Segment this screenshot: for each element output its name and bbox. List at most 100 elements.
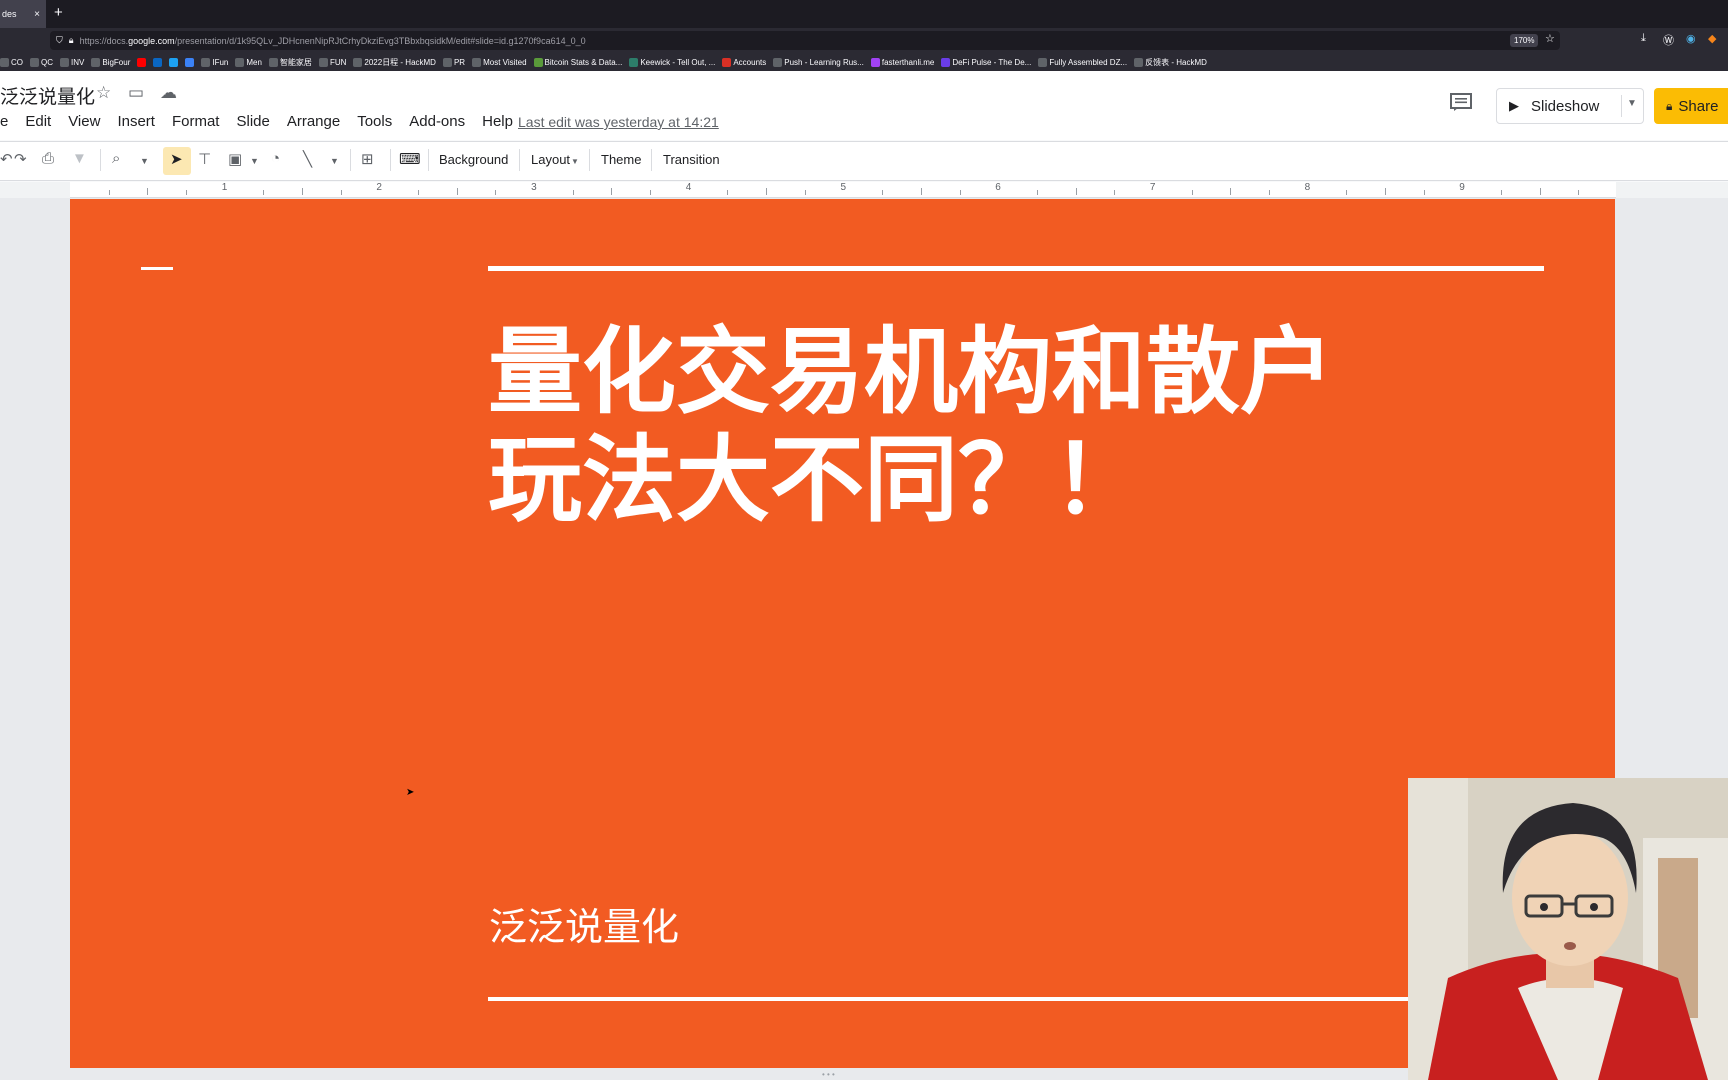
menu-item[interactable]: View	[68, 113, 100, 130]
ruler-tick	[418, 190, 420, 195]
ruler-tick	[611, 188, 613, 195]
add-comment-icon[interactable]: ⊞	[361, 150, 374, 168]
document-title[interactable]: 泛泛说量化	[0, 82, 95, 109]
theme-button[interactable]: Theme	[601, 152, 641, 167]
ruler-tick	[959, 190, 961, 195]
transition-button[interactable]: Transition	[663, 152, 720, 167]
menu-item[interactable]: Help	[482, 113, 513, 130]
bookmark-item[interactable]: INV	[60, 57, 85, 67]
bookmark-item[interactable]: fasterthanli.me	[870, 57, 934, 67]
menu-item[interactable]: e	[0, 113, 8, 130]
ruler-tick	[263, 190, 265, 195]
ruler-tick	[1423, 190, 1425, 195]
bookmark-item[interactable]	[137, 57, 147, 67]
slideshow-button[interactable]: ▶︎ Slideshow ▼	[1496, 88, 1644, 124]
layout-button[interactable]: Layout	[531, 152, 570, 167]
bookmark-item[interactable]	[153, 57, 163, 67]
download-icon[interactable]: ⤓	[1641, 32, 1646, 45]
ruler-tick	[572, 190, 574, 195]
move-folder-icon[interactable]: ▭	[128, 83, 144, 103]
bookmark-item[interactable]: FUN	[318, 57, 346, 67]
bookmark-folder-icon	[153, 57, 163, 67]
menu-item[interactable]: Insert	[117, 113, 155, 130]
bookmark-item[interactable]: Accounts	[722, 57, 766, 67]
bookmark-item[interactable]: 智能家居	[268, 57, 312, 68]
background-button[interactable]: Background	[439, 152, 508, 167]
text-box-icon[interactable]: ⊤	[198, 150, 211, 168]
bookmark-item[interactable]: Keewick - Tell Out, ...	[629, 57, 716, 67]
line-icon[interactable]: ╲	[303, 150, 312, 168]
menu-item[interactable]: Slide	[236, 113, 269, 130]
line-dropdown-icon[interactable]: ▼	[330, 156, 339, 166]
print-icon[interactable]: ⎙	[42, 150, 54, 167]
bookmark-label: 反馈表 - HackMD	[1145, 57, 1207, 67]
extension-fox-icon[interactable]: ◆	[1708, 32, 1716, 45]
image-icon[interactable]: ▣	[228, 150, 242, 168]
undo-icon[interactable]: ↶	[0, 150, 13, 168]
bookmark-item[interactable]: 2022日程 - HackMD	[353, 57, 436, 68]
shape-icon[interactable]: ◔	[271, 150, 280, 167]
bookmark-item[interactable]: Men	[235, 57, 262, 67]
bookmark-item[interactable]	[169, 57, 179, 67]
bookmark-item[interactable]: DeFi Pulse - The De...	[941, 57, 1031, 67]
menu-item[interactable]: Arrange	[287, 113, 340, 130]
editing-toolbar	[0, 141, 1728, 181]
zoom-dropdown-icon[interactable]: ▼	[140, 156, 149, 166]
toolbar-divider	[428, 149, 429, 171]
menu-item[interactable]: Add-ons	[409, 113, 465, 130]
bookmark-item[interactable]: Fully Assembled DZ...	[1038, 57, 1127, 67]
menu-item[interactable]: Format	[172, 113, 220, 130]
keyboard-icon[interactable]: ⌨	[399, 150, 421, 168]
extension-bird-icon[interactable]: ◉	[1686, 32, 1696, 45]
presenter-illustration	[1408, 778, 1728, 1080]
share-button[interactable]: 🔒︎ Share	[1654, 88, 1728, 124]
bookmark-item[interactable]: Push - Learning Rus...	[773, 57, 864, 67]
bookmark-label: Men	[246, 57, 262, 67]
zoom-icon[interactable]: ⌕	[112, 150, 120, 167]
comment-history-icon[interactable]	[1450, 93, 1472, 111]
ruler-tick	[1036, 190, 1038, 195]
redo-icon[interactable]: ↷	[14, 150, 27, 168]
resize-grip-icon[interactable]: • • •	[822, 1070, 835, 1079]
browser-tab-bar	[0, 0, 1728, 28]
bookmark-item[interactable]: QC	[30, 57, 53, 67]
last-edit-link[interactable]: Last edit was yesterday at 14:21	[518, 114, 719, 130]
paint-format-icon[interactable]: ▼	[72, 150, 87, 167]
tab-close-icon[interactable]: ×	[34, 9, 40, 20]
ruler-tick	[1230, 188, 1232, 195]
slideshow-dropdown-icon[interactable]: ▼	[1627, 98, 1637, 109]
zoom-level-badge[interactable]: 170%	[1510, 34, 1539, 47]
new-tab-button[interactable]: +	[54, 4, 63, 21]
extension-w-icon[interactable]: Ⓦ	[1663, 32, 1674, 48]
bookmark-label: Keewick - Tell Out, ...	[640, 57, 716, 67]
star-icon[interactable]: ☆	[96, 83, 111, 103]
bookmark-label: INV	[71, 57, 85, 67]
bookmark-item[interactable]: Bitcoin Stats & Data...	[533, 57, 622, 67]
browser-tab-active[interactable]: des ×	[0, 0, 46, 28]
ruler-tick	[108, 190, 110, 195]
bookmark-item[interactable]: 反馈表 - HackMD	[1134, 57, 1207, 68]
ruler-number: 7	[1149, 182, 1156, 193]
ruler-number: 6	[995, 182, 1001, 193]
bookmark-item[interactable]: PR	[442, 57, 465, 67]
slide-subtitle[interactable]: 泛泛说量化	[489, 896, 679, 951]
bookmark-folder-icon	[185, 57, 195, 67]
ruler-tick	[340, 190, 342, 195]
toolbar-divider	[519, 149, 520, 171]
url-bar[interactable]: ⛉ 🔒︎ https://docs. google.com/presentatio…	[50, 31, 1560, 50]
ruler-number: 5	[840, 182, 847, 193]
image-dropdown-icon[interactable]: ▼	[250, 156, 259, 166]
star-bookmark-icon[interactable]: ☆	[1545, 32, 1555, 45]
layout-dropdown-icon[interactable]: ▼	[571, 157, 579, 166]
menu-item[interactable]: Tools	[357, 113, 392, 130]
bookmark-item[interactable]: IFun	[201, 57, 228, 67]
bookmark-item[interactable]: Most Visited	[472, 57, 527, 67]
menu-item[interactable]: Edit	[25, 113, 51, 130]
bookmark-item[interactable]	[185, 57, 195, 67]
cloud-saved-icon[interactable]: ☁	[160, 83, 177, 103]
bookmark-folder-icon	[533, 57, 543, 67]
bookmark-item[interactable]: CO	[0, 57, 23, 67]
slide-title[interactable]: 量化交易机构和散户 玩法大不同？！	[488, 318, 1538, 534]
bookmark-item[interactable]: BigFour	[91, 57, 130, 67]
bookmark-folder-icon	[773, 57, 783, 67]
